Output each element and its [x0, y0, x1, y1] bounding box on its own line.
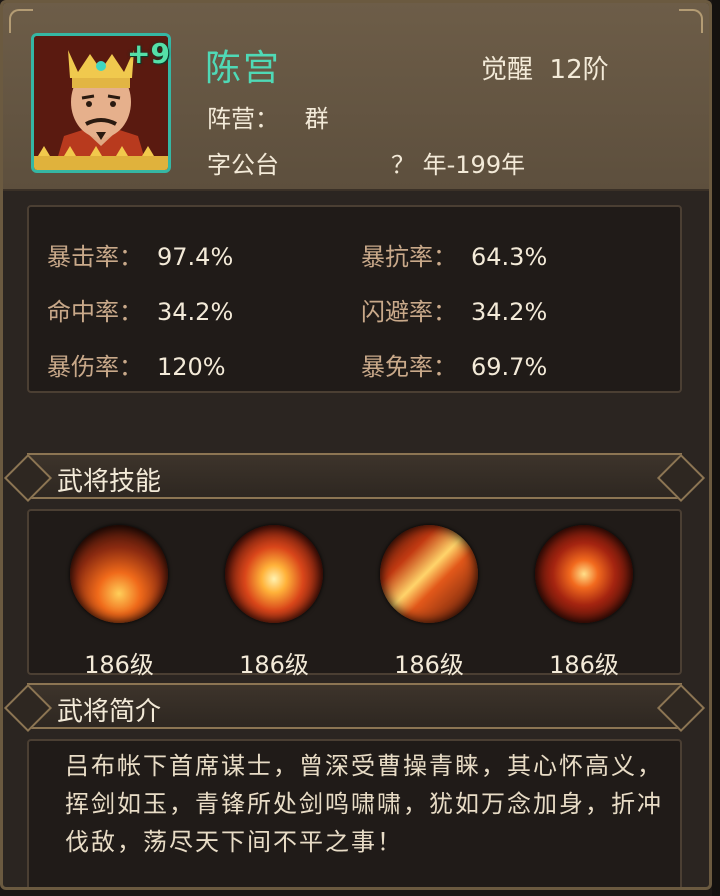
stat-label: 暴伤率：: [47, 353, 143, 381]
skill-slot-2[interactable]: 186级: [219, 525, 329, 680]
stat-value: 120%: [157, 353, 226, 381]
corner-ornament: [9, 9, 33, 33]
hero-name: 陈宫: [205, 48, 282, 89]
stat-crit-rate: 暴击率： 97.4%: [47, 237, 233, 272]
stat-crit-damage: 暴伤率： 120%: [47, 347, 226, 382]
skill-slot-1[interactable]: 186级: [64, 525, 174, 680]
skill-level: 186级: [84, 651, 154, 679]
courtesy-name: 字公台: [207, 151, 279, 179]
stat-label: 暴免率：: [361, 353, 457, 381]
hero-info-panel: +9 陈宫 觉醒 12阶 阵营： 群 字公台 ？ 年-199年 暴击率： 97.4…: [0, 0, 712, 890]
background-edge: [712, 0, 720, 896]
intro-section-header: 武将简介: [27, 683, 682, 729]
fire-impact-skill-icon[interactable]: [70, 525, 168, 623]
skills-box: 186级 186级 186级 186级: [27, 509, 682, 679]
stat-label: 闪避率：: [361, 298, 457, 326]
stat-crit-immune: 暴免率： 69.7%: [361, 347, 547, 382]
awaken-value: 12阶: [549, 55, 609, 85]
intro-section-title: 武将简介: [57, 697, 162, 727]
skill-slot-3[interactable]: 186级: [374, 525, 484, 680]
stat-hit-rate: 命中率： 34.2%: [47, 292, 233, 327]
faction-row: 阵营： 群: [207, 99, 329, 134]
faction-value: 群: [304, 105, 329, 133]
skills-section-title: 武将技能: [57, 467, 162, 497]
stat-value: 69.7%: [471, 353, 548, 381]
fire-slash-skill-icon[interactable]: [535, 525, 633, 623]
stat-label: 暴抗率：: [361, 243, 457, 271]
stat-dodge-rate: 闪避率： 34.2%: [361, 292, 547, 327]
fire-pillar-skill-icon[interactable]: [225, 525, 323, 623]
awaken-label: 觉醒: [481, 55, 534, 85]
skill-level: 186级: [239, 651, 309, 679]
stat-value: 64.3%: [471, 243, 548, 271]
skill-level: 186级: [394, 651, 464, 679]
stat-value: 97.4%: [157, 243, 234, 271]
star-plus-badge: +9: [127, 37, 170, 70]
flame-sword-skill-icon[interactable]: [380, 525, 478, 623]
intro-box[interactable]: 吕布帐下首席谋士，曾深受曹操青睐，其心怀高义，挥剑如玉，青锋所处剑鸣啸啸，犹如万…: [27, 739, 682, 887]
skills-section-header: 武将技能: [27, 453, 682, 499]
stats-box: 暴击率： 97.4% 暴抗率： 64.3% 命中率： 34.2% 闪避率： 34.2% …: [27, 205, 682, 393]
hero-header: +9 陈宫 觉醒 12阶 阵营： 群 字公台 ？ 年-199年: [3, 3, 709, 191]
skill-level: 186级: [549, 651, 619, 679]
stat-crit-resist: 暴抗率： 64.3%: [361, 237, 547, 272]
skill-slot-4[interactable]: 186级: [529, 525, 639, 680]
stat-value: 34.2%: [471, 298, 548, 326]
stat-value: 34.2%: [157, 298, 234, 326]
stat-label: 暴击率：: [47, 243, 143, 271]
stat-label: 命中率：: [47, 298, 143, 326]
intro-text: 吕布帐下首席谋士，曾深受曹操青睐，其心怀高义，挥剑如玉，青锋所处剑鸣啸啸，犹如万…: [65, 752, 663, 856]
faction-label: 阵营：: [207, 105, 279, 133]
corner-ornament: [679, 9, 703, 33]
lifespan: ？ 年-199年: [391, 151, 526, 179]
awaken-level: 觉醒 12阶: [481, 49, 609, 86]
